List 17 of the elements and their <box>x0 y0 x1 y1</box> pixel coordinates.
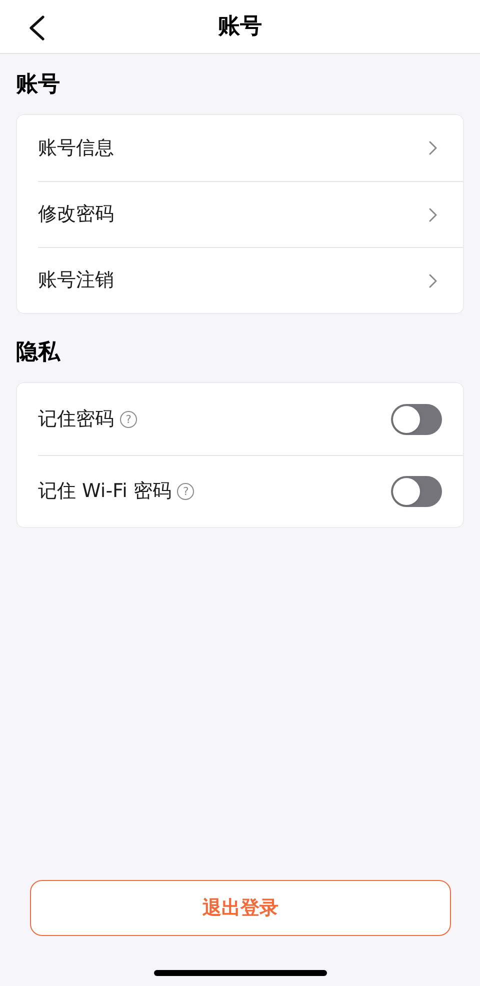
chevron-icon <box>429 141 437 155</box>
settings-row[interactable]: 账号信息 <box>38 115 463 181</box>
row-label: 记住 Wi-Fi 密码 <box>38 479 172 504</box>
back-icon[interactable] <box>27 15 45 41</box>
row-label: 账号信息 <box>38 136 114 161</box>
row-label: 账号注销 <box>38 268 114 294</box>
section-title: 账号 <box>16 71 60 99</box>
page-title: 账号 <box>218 13 262 41</box>
section-title: 隐私 <box>16 339 60 367</box>
toggle-switch[interactable] <box>391 404 442 434</box>
settings-row[interactable]: 账号注销 <box>38 247 463 313</box>
chevron-icon <box>429 274 437 288</box>
settings-row[interactable]: 修改密码 <box>38 181 463 247</box>
row-label: 记住密码 <box>38 406 114 432</box>
row-label: 修改密码 <box>38 202 114 228</box>
chevron-icon <box>429 208 437 222</box>
toggle-switch[interactable] <box>391 476 442 507</box>
